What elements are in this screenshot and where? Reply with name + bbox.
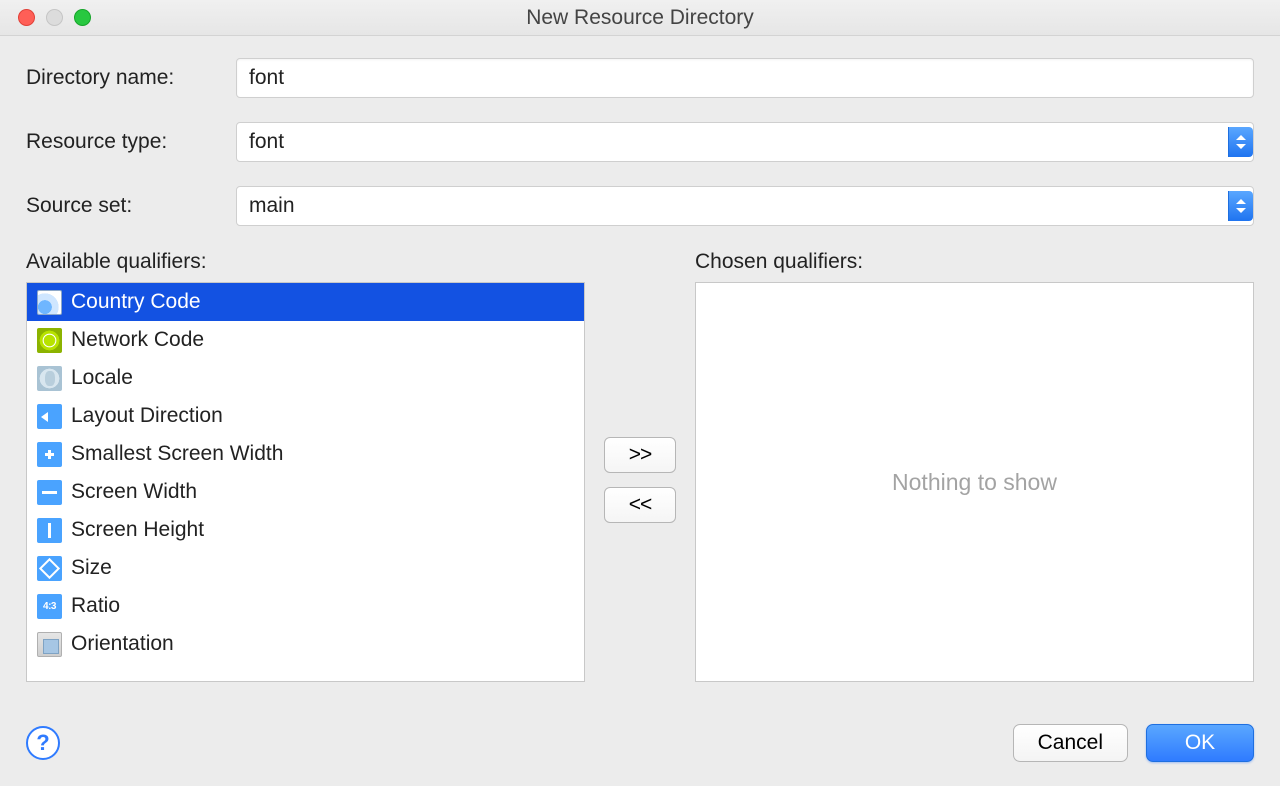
stepper-icon[interactable] <box>1228 127 1253 157</box>
page-icon <box>37 290 62 315</box>
chevron-up-icon <box>1236 199 1246 204</box>
chevron-down-icon <box>1236 144 1246 149</box>
list-item[interactable]: Country Code <box>27 283 584 321</box>
directory-name-label: Directory name: <box>26 66 236 90</box>
source-set-label: Source set: <box>26 194 236 218</box>
empty-placeholder: Nothing to show <box>892 469 1057 496</box>
titlebar: New Resource Directory <box>0 0 1280 36</box>
list-item-label: Smallest Screen Width <box>71 442 283 466</box>
width-icon <box>37 480 62 505</box>
resource-type-select[interactable]: font <box>236 122 1254 162</box>
cancel-button[interactable]: Cancel <box>1013 724 1128 762</box>
available-qualifiers-label: Available qualifiers: <box>26 250 585 274</box>
chevron-up-icon <box>1236 135 1246 140</box>
list-item[interactable]: Layout Direction <box>27 397 584 435</box>
list-item[interactable]: Smallest Screen Width <box>27 435 584 473</box>
form-area: Directory name: Resource type: font Sour… <box>0 36 1280 226</box>
help-button[interactable]: ? <box>26 726 60 760</box>
list-item-label: Locale <box>71 366 133 390</box>
resource-type-value: font <box>249 130 1228 154</box>
list-item[interactable]: Network Code <box>27 321 584 359</box>
remove-qualifier-button[interactable]: << <box>604 487 676 523</box>
chosen-qualifiers-list[interactable]: Nothing to show <box>695 282 1254 682</box>
list-item[interactable]: Screen Width <box>27 473 584 511</box>
directory-name-input[interactable] <box>236 58 1254 98</box>
ratio-icon <box>37 594 62 619</box>
globe-icon <box>37 366 62 391</box>
add-qualifier-button[interactable]: >> <box>604 437 676 473</box>
source-set-value: main <box>249 194 1228 218</box>
available-qualifiers-list[interactable]: Country Code Network Code Locale Layout Dir… <box>26 282 585 682</box>
stepper-icon[interactable] <box>1228 191 1253 221</box>
list-item-label: Network Code <box>71 328 204 352</box>
list-item-label: Ratio <box>71 594 120 618</box>
qualifiers-area: Available qualifiers: Country Code Networ… <box>0 250 1280 682</box>
list-item-label: Screen Width <box>71 480 197 504</box>
orientation-icon <box>37 632 62 657</box>
list-item[interactable]: Ratio <box>27 587 584 625</box>
smallest-width-icon <box>37 442 62 467</box>
network-icon <box>37 328 62 353</box>
list-item-label: Layout Direction <box>71 404 223 428</box>
list-item-label: Orientation <box>71 632 174 656</box>
window-title: New Resource Directory <box>0 6 1280 30</box>
footer: ? Cancel OK <box>0 704 1280 786</box>
list-item[interactable]: Locale <box>27 359 584 397</box>
layout-dir-icon <box>37 404 62 429</box>
list-item-label: Screen Height <box>71 518 204 542</box>
list-item[interactable]: Screen Height <box>27 511 584 549</box>
list-item-label: Country Code <box>71 290 201 314</box>
source-set-select[interactable]: main <box>236 186 1254 226</box>
list-item-label: Size <box>71 556 112 580</box>
chosen-qualifiers-label: Chosen qualifiers: <box>695 250 1254 274</box>
chevron-down-icon <box>1236 208 1246 213</box>
height-icon <box>37 518 62 543</box>
resource-type-label: Resource type: <box>26 130 236 154</box>
list-item[interactable]: Orientation <box>27 625 584 663</box>
list-item[interactable]: Size <box>27 549 584 587</box>
size-icon <box>37 556 62 581</box>
ok-button[interactable]: OK <box>1146 724 1254 762</box>
